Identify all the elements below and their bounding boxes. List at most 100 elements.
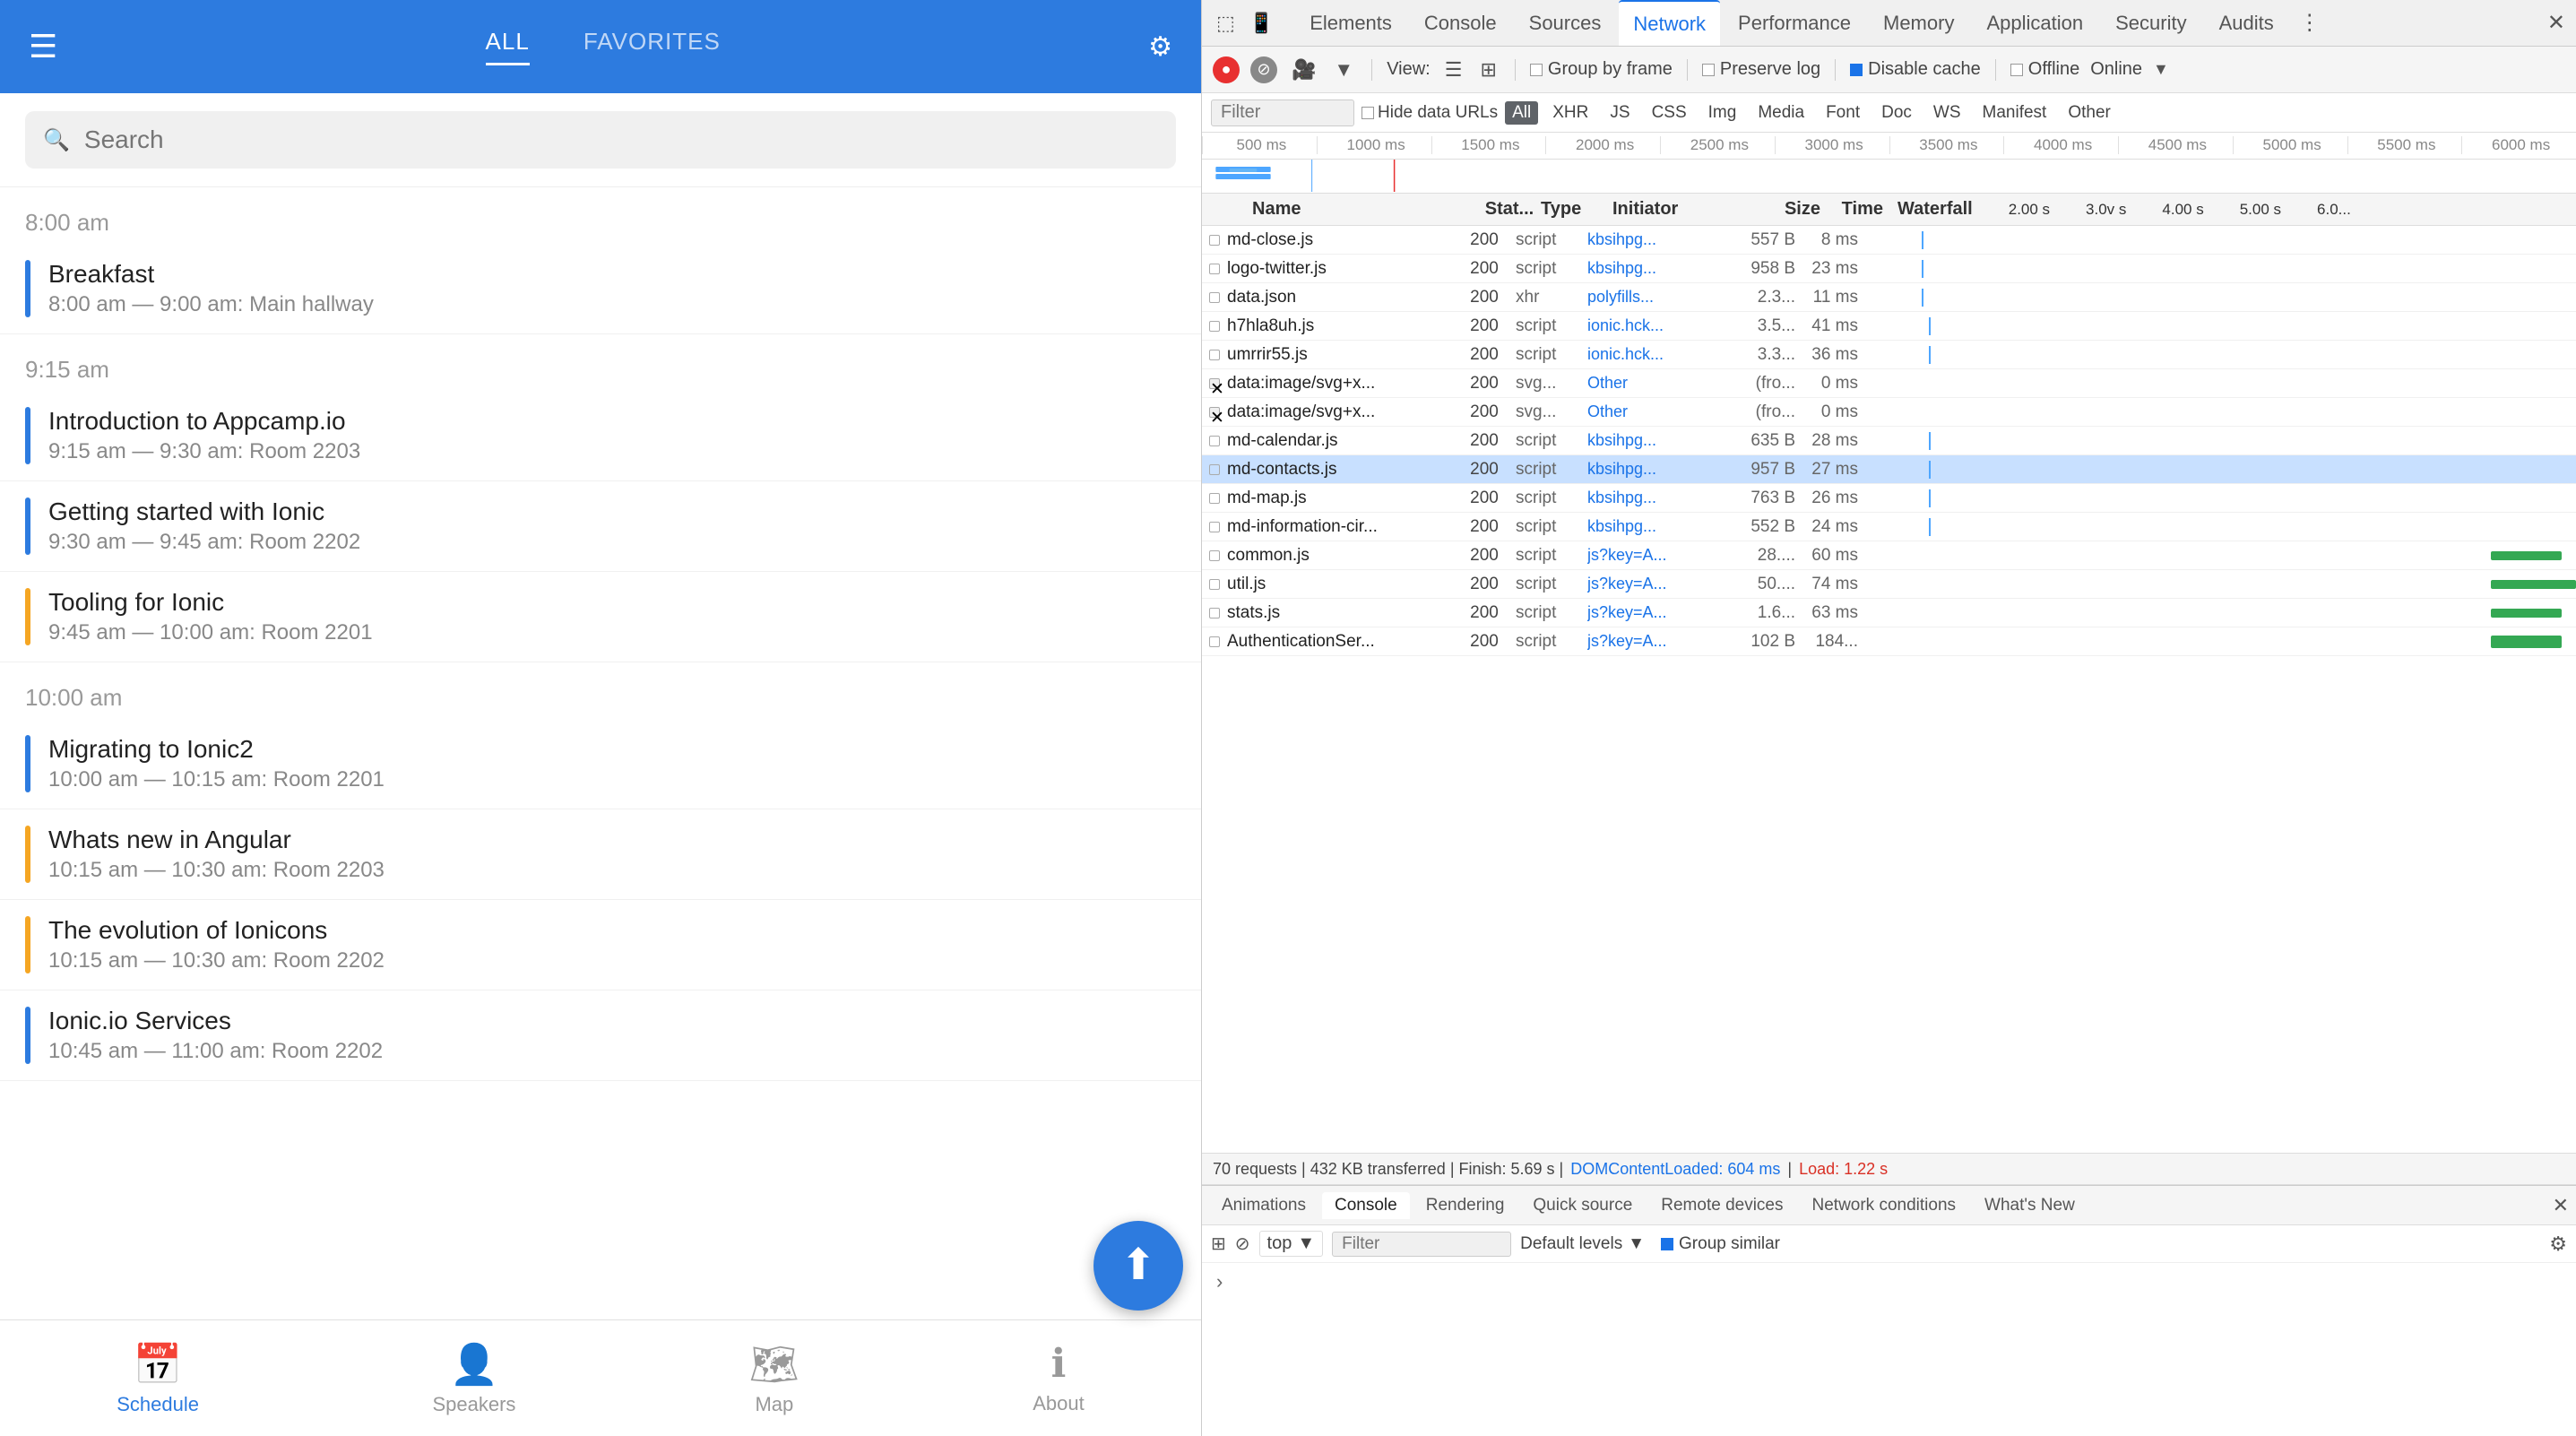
- drawer-tab-quicksource[interactable]: Quick source: [1520, 1192, 1645, 1219]
- console-clear-icon[interactable]: ⊘: [1235, 1233, 1250, 1255]
- row-initiator[interactable]: kbsihpg...: [1587, 259, 1731, 278]
- event-tooling[interactable]: Tooling for Ionic 9:45 am — 10:00 am: Ro…: [0, 572, 1201, 662]
- tab-application[interactable]: Application: [1972, 0, 2097, 46]
- tab-network[interactable]: Network: [1619, 0, 1720, 46]
- drawer-tab-whatsnew[interactable]: What's New: [1972, 1192, 2088, 1219]
- search-input[interactable]: [84, 125, 1158, 154]
- tab-sources[interactable]: Sources: [1515, 0, 1616, 46]
- devtools-pointer-icon[interactable]: ⬚: [1213, 8, 1239, 39]
- drawer-close-icon[interactable]: ✕: [2553, 1194, 2569, 1217]
- nav-map[interactable]: 🗺 Map: [749, 1341, 800, 1416]
- row-checkbox[interactable]: [1209, 579, 1220, 590]
- console-filter-input[interactable]: [1332, 1232, 1511, 1257]
- row-checkbox[interactable]: [1209, 292, 1220, 303]
- table-row[interactable]: data.json 200 xhr polyfills... 2.3... 11…: [1202, 283, 2576, 312]
- tab-memory[interactable]: Memory: [1869, 0, 1968, 46]
- row-initiator[interactable]: kbsihpg...: [1587, 230, 1731, 249]
- drawer-tab-networkconditions[interactable]: Network conditions: [1800, 1192, 1969, 1219]
- row-checkbox[interactable]: ✕: [1209, 407, 1220, 418]
- row-checkbox[interactable]: [1209, 636, 1220, 647]
- row-initiator[interactable]: kbsihpg...: [1587, 517, 1731, 536]
- row-initiator[interactable]: kbsihpg...: [1587, 489, 1731, 507]
- js-filter-btn[interactable]: JS: [1603, 101, 1637, 125]
- row-initiator[interactable]: polyfills...: [1587, 288, 1731, 307]
- tab-performance[interactable]: Performance: [1724, 0, 1865, 46]
- other-filter-btn[interactable]: Other: [2061, 101, 2118, 125]
- table-row[interactable]: md-close.js 200 script kbsihpg... 557 B …: [1202, 226, 2576, 255]
- table-row[interactable]: util.js 200 script js?key=A... 50.... 74…: [1202, 570, 2576, 599]
- devtools-close-icon[interactable]: ✕: [2547, 10, 2565, 36]
- event-ionic-services[interactable]: Ionic.io Services 10:45 am — 11:00 am: R…: [0, 990, 1201, 1081]
- table-row[interactable]: md-calendar.js 200 script kbsihpg... 635…: [1202, 427, 2576, 455]
- row-initiator[interactable]: kbsihpg...: [1587, 431, 1731, 450]
- table-row[interactable]: common.js 200 script js?key=A... 28.... …: [1202, 541, 2576, 570]
- console-input-arrow[interactable]: ›: [1216, 1270, 1223, 1293]
- table-row[interactable]: ✕ data:image/svg+x... 200 svg... Other (…: [1202, 369, 2576, 398]
- row-initiator[interactable]: js?key=A...: [1587, 603, 1731, 622]
- event-angular[interactable]: Whats new in Angular 10:15 am — 10:30 am…: [0, 809, 1201, 900]
- all-filter-tag[interactable]: All: [1505, 101, 1538, 125]
- filter-network-icon[interactable]: ▼: [1330, 55, 1357, 85]
- tab-security[interactable]: Security: [2101, 0, 2200, 46]
- network-filter-input[interactable]: [1211, 99, 1354, 126]
- nav-about[interactable]: ℹ About: [1033, 1341, 1085, 1415]
- menu-icon[interactable]: ☰: [29, 28, 57, 65]
- offline-checkbox[interactable]: [2010, 64, 2023, 76]
- row-initiator[interactable]: kbsihpg...: [1587, 460, 1731, 479]
- xhr-filter-btn[interactable]: XHR: [1545, 101, 1595, 125]
- header-status[interactable]: Stat...: [1478, 199, 1541, 220]
- header-waterfall[interactable]: Waterfall 2.00 s 3.0v s 4.00 s 5.00 s 6.…: [1890, 199, 2576, 220]
- table-row[interactable]: md-information-cir... 200 script kbsihpg…: [1202, 513, 2576, 541]
- filter-icon[interactable]: ⚙: [1148, 31, 1172, 63]
- row-checkbox[interactable]: [1209, 550, 1220, 561]
- row-checkbox[interactable]: ✕: [1209, 378, 1220, 389]
- row-initiator[interactable]: js?key=A...: [1587, 575, 1731, 593]
- row-checkbox[interactable]: [1209, 350, 1220, 360]
- event-migrating[interactable]: Migrating to Ionic2 10:00 am — 10:15 am:…: [0, 719, 1201, 809]
- table-row[interactable]: umrrir55.js 200 script ionic.hck... 3.3.…: [1202, 341, 2576, 369]
- row-checkbox[interactable]: [1209, 321, 1220, 332]
- group-similar-checkbox[interactable]: [1661, 1238, 1673, 1250]
- tab-all[interactable]: ALL: [486, 28, 530, 65]
- row-checkbox[interactable]: [1209, 464, 1220, 475]
- drawer-tab-console[interactable]: Console: [1322, 1192, 1410, 1219]
- table-row[interactable]: logo-twitter.js 200 script kbsihpg... 95…: [1202, 255, 2576, 283]
- row-checkbox[interactable]: [1209, 522, 1220, 532]
- event-appcamp[interactable]: Introduction to Appcamp.io 9:15 am — 9:3…: [0, 391, 1201, 481]
- table-row[interactable]: md-map.js 200 script kbsihpg... 763 B 26…: [1202, 484, 2576, 513]
- hide-data-urls-checkbox[interactable]: [1361, 107, 1374, 119]
- row-checkbox[interactable]: [1209, 235, 1220, 246]
- event-breakfast[interactable]: Breakfast 8:00 am — 9:00 am: Main hallwa…: [0, 244, 1201, 334]
- row-checkbox[interactable]: [1209, 264, 1220, 274]
- row-initiator[interactable]: ionic.hck...: [1587, 345, 1731, 364]
- view-list-icon[interactable]: ☰: [1441, 55, 1466, 85]
- tab-favorites[interactable]: FAVORITES: [583, 28, 721, 65]
- view-grid-icon[interactable]: ⊞: [1476, 55, 1500, 85]
- doc-filter-btn[interactable]: Doc: [1874, 101, 1919, 125]
- table-row[interactable]: AuthenticationSer... 200 script js?key=A…: [1202, 627, 2576, 656]
- row-checkbox[interactable]: [1209, 493, 1220, 504]
- drawer-tab-animations[interactable]: Animations: [1209, 1192, 1318, 1219]
- font-filter-btn[interactable]: Font: [1819, 101, 1867, 125]
- camera-icon[interactable]: 🎥: [1288, 55, 1319, 85]
- tab-audits[interactable]: Audits: [2205, 0, 2288, 46]
- header-name[interactable]: Name: [1227, 199, 1478, 220]
- row-checkbox[interactable]: [1209, 436, 1220, 446]
- devtools-device-icon[interactable]: 📱: [1246, 8, 1277, 39]
- network-throttle-arrow[interactable]: ▼: [2153, 60, 2169, 79]
- event-ionicons[interactable]: The evolution of Ionicons 10:15 am — 10:…: [0, 900, 1201, 990]
- header-initiator[interactable]: Initiator: [1612, 199, 1756, 220]
- console-expand-icon[interactable]: ⊞: [1211, 1233, 1226, 1255]
- record-button[interactable]: ●: [1213, 56, 1240, 83]
- share-fab[interactable]: ⬆: [1094, 1221, 1183, 1311]
- devtools-more-icon[interactable]: ⋮: [2292, 6, 2328, 39]
- console-levels-select[interactable]: Default levels ▼: [1520, 1234, 1645, 1254]
- row-initiator[interactable]: ionic.hck...: [1587, 316, 1731, 335]
- disable-cache-checkbox[interactable]: [1850, 64, 1863, 76]
- header-size[interactable]: Size: [1756, 199, 1828, 220]
- group-by-frame-checkbox[interactable]: [1530, 64, 1543, 76]
- drawer-tab-remotedevices[interactable]: Remote devices: [1648, 1192, 1795, 1219]
- row-checkbox[interactable]: [1209, 608, 1220, 619]
- tab-elements[interactable]: Elements: [1295, 0, 1406, 46]
- ws-filter-btn[interactable]: WS: [1926, 101, 1968, 125]
